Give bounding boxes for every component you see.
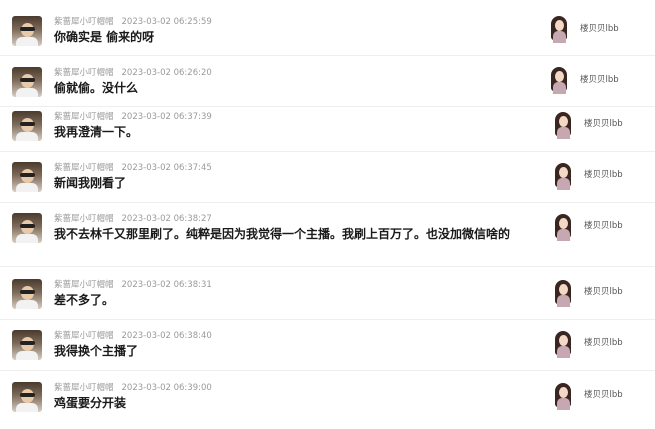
sender-name[interactable]: 紫蔷犀小叮帽帽 <box>54 214 114 224</box>
user-avatar-icon[interactable] <box>12 279 42 309</box>
message-timestamp: 2023-03-02 06:38:27 <box>121 214 212 224</box>
streamer-name[interactable]: 楼贝贝lbb <box>584 336 623 348</box>
streamer-avatar-icon[interactable] <box>551 213 575 241</box>
chat-row: 紫蔷犀小叮帽帽 2023-03-02 06:38:40 我得换个主播了 楼贝贝lb… <box>0 326 655 371</box>
chat-row: 紫蔷犀小叮帽帽 2023-03-02 06:37:39 我再澄清一下。 楼贝贝lb… <box>0 107 655 152</box>
sender-name[interactable]: 紫蔷犀小叮帽帽 <box>54 383 114 393</box>
streamer-name[interactable]: 楼贝贝lbb <box>584 219 623 231</box>
user-avatar-icon[interactable] <box>12 67 42 97</box>
message-text: 我得换个主播了 <box>54 344 139 358</box>
streamer-avatar-icon[interactable] <box>551 382 575 410</box>
streamer-avatar-icon[interactable] <box>551 162 575 190</box>
sender-name[interactable]: 紫蔷犀小叮帽帽 <box>54 280 114 290</box>
message-timestamp: 2023-03-02 06:25:59 <box>121 17 212 27</box>
message-text: 你确实是 偷来的呀 <box>54 30 155 44</box>
chat-row: 紫蔷犀小叮帽帽 2023-03-02 06:25:59 你确实是 偷来的呀 楼贝贝… <box>0 12 655 56</box>
message-timestamp: 2023-03-02 06:37:45 <box>121 163 212 173</box>
chat-row: 紫蔷犀小叮帽帽 2023-03-02 06:39:00 鸡蛋要分开装 楼贝贝lbb <box>0 378 655 422</box>
user-avatar-icon[interactable] <box>12 330 42 360</box>
chat-row: 紫蔷犀小叮帽帽 2023-03-02 06:26:20 偷就偷。没什么 楼贝贝lb… <box>0 63 655 107</box>
streamer-avatar-icon[interactable] <box>551 279 575 307</box>
streamer-avatar-icon[interactable] <box>547 15 571 43</box>
user-avatar-icon[interactable] <box>12 382 42 412</box>
sender-name[interactable]: 紫蔷犀小叮帽帽 <box>54 68 114 78</box>
streamer-name[interactable]: 楼贝贝lbb <box>584 285 623 297</box>
streamer-name[interactable]: 楼贝贝lbb <box>584 388 623 400</box>
chat-row: 紫蔷犀小叮帽帽 2023-03-02 06:37:45 新闻我刚看了 楼贝贝lbb <box>0 158 655 203</box>
streamer-name[interactable]: 楼贝贝lbb <box>584 168 623 180</box>
message-text: 我不去林千又那里刷了。纯粹是因为我觉得一个主播。我刷上百万了。也没加微信啥的 <box>54 227 511 241</box>
user-avatar-icon[interactable] <box>12 16 42 46</box>
streamer-name[interactable]: 楼贝贝lbb <box>584 117 623 129</box>
message-text: 差不多了。 <box>54 293 115 307</box>
user-avatar-icon[interactable] <box>12 162 42 192</box>
streamer-avatar-icon[interactable] <box>547 66 571 94</box>
sender-name[interactable]: 紫蔷犀小叮帽帽 <box>54 331 114 341</box>
chat-row: 紫蔷犀小叮帽帽 2023-03-02 06:38:31 差不多了。 楼贝贝lbb <box>0 275 655 320</box>
streamer-avatar-icon[interactable] <box>551 111 575 139</box>
message-text: 偷就偷。没什么 <box>54 81 139 95</box>
streamer-name[interactable]: 楼贝贝lbb <box>580 73 619 85</box>
user-avatar-icon[interactable] <box>12 213 42 243</box>
message-timestamp: 2023-03-02 06:38:31 <box>121 280 212 290</box>
message-text: 我再澄清一下。 <box>54 125 139 139</box>
sender-name[interactable]: 紫蔷犀小叮帽帽 <box>54 112 114 122</box>
chat-row: 紫蔷犀小叮帽帽 2023-03-02 06:38:27 我不去林千又那里刷了。纯粹… <box>0 209 655 267</box>
message-timestamp: 2023-03-02 06:39:00 <box>121 383 212 393</box>
message-text: 鸡蛋要分开装 <box>54 396 127 410</box>
message-timestamp: 2023-03-02 06:38:40 <box>121 331 212 341</box>
message-timestamp: 2023-03-02 06:26:20 <box>121 68 212 78</box>
streamer-name[interactable]: 楼贝贝lbb <box>580 22 619 34</box>
sender-name[interactable]: 紫蔷犀小叮帽帽 <box>54 17 114 27</box>
message-text: 新闻我刚看了 <box>54 176 127 190</box>
message-timestamp: 2023-03-02 06:37:39 <box>121 112 212 122</box>
streamer-avatar-icon[interactable] <box>551 330 575 358</box>
sender-name[interactable]: 紫蔷犀小叮帽帽 <box>54 163 114 173</box>
user-avatar-icon[interactable] <box>12 111 42 141</box>
